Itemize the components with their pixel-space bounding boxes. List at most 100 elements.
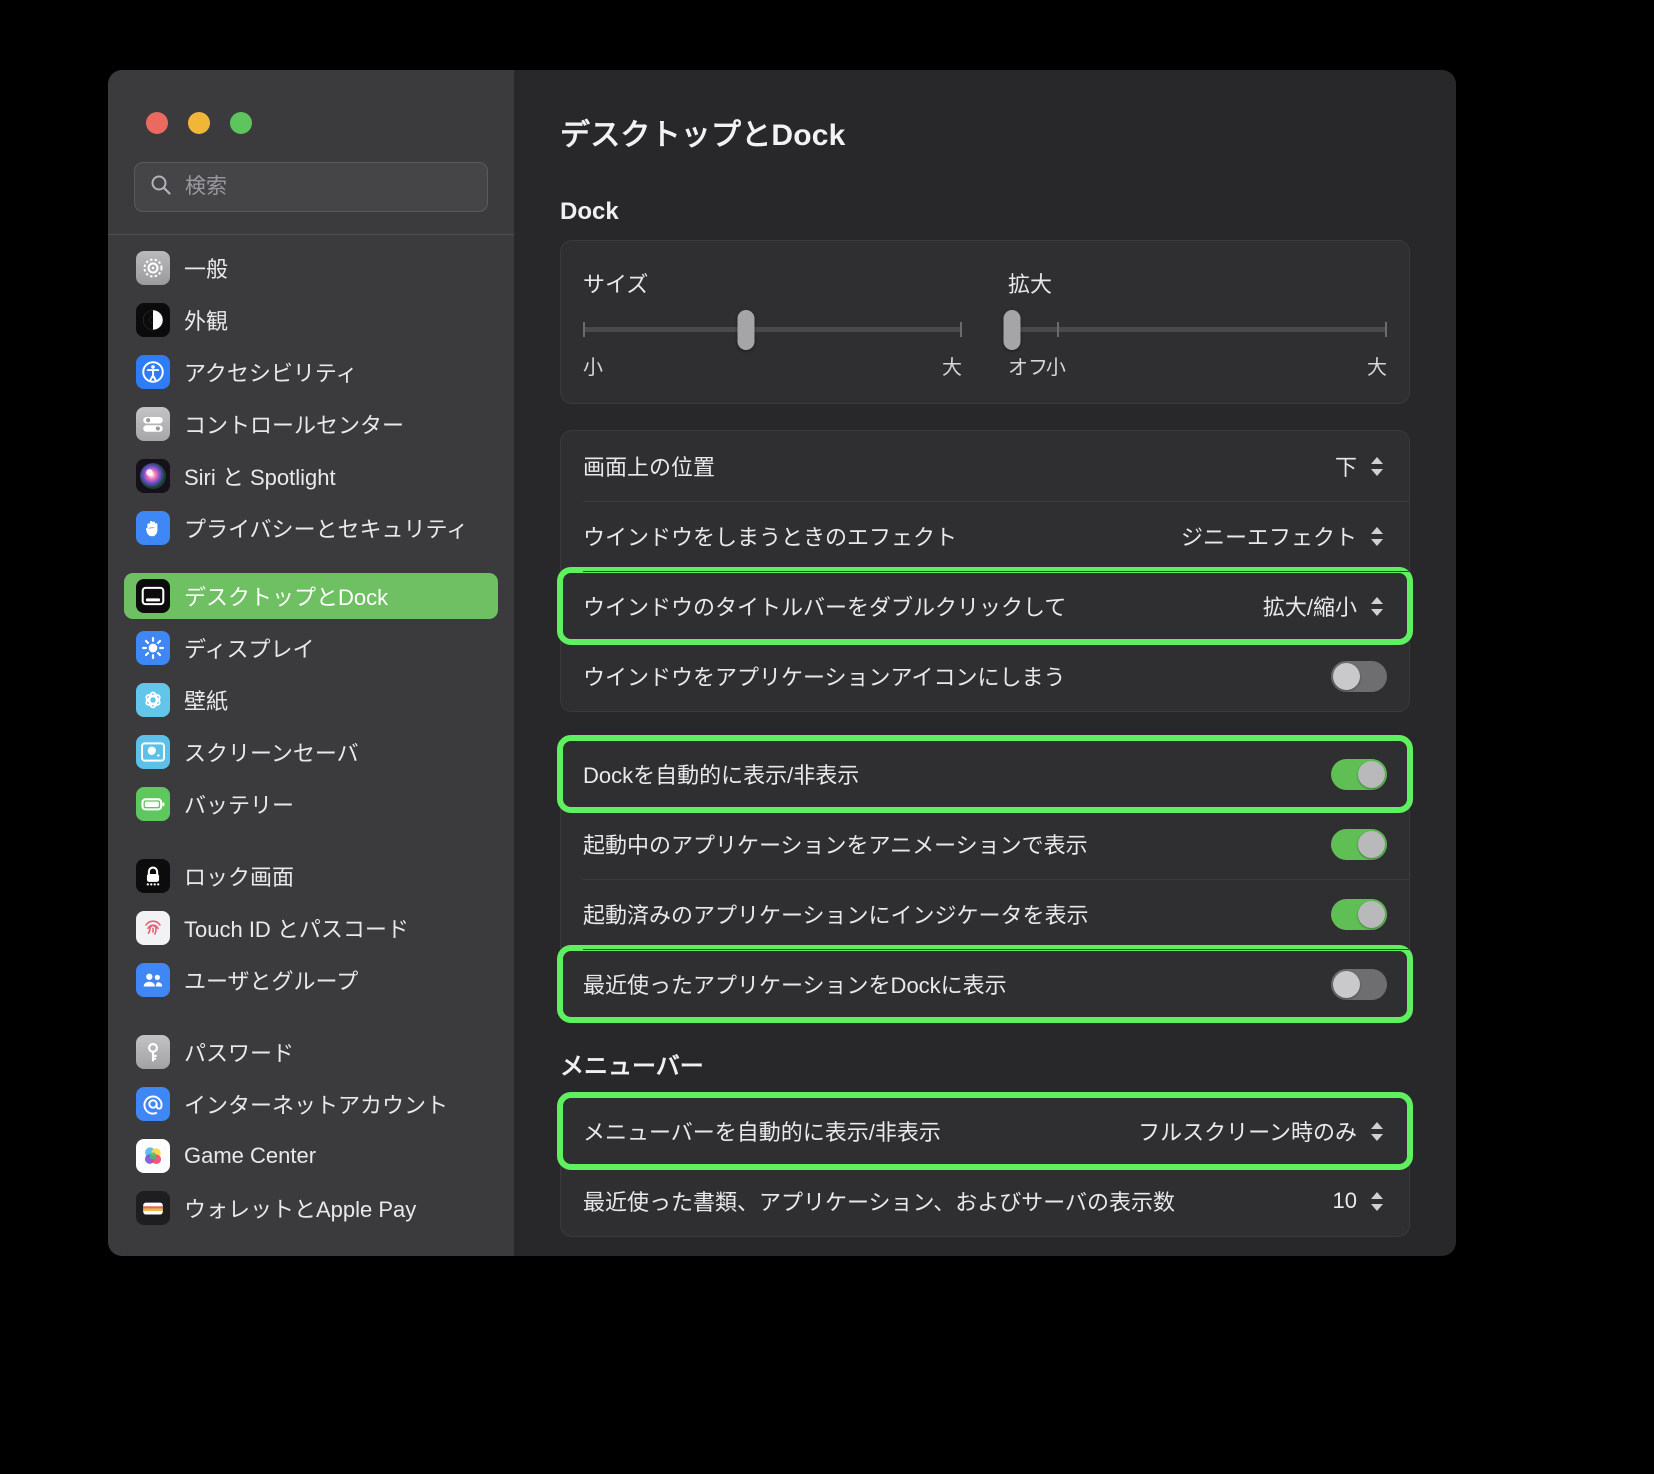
sidebar-item-label: スクリーンセーバ <box>184 741 359 766</box>
main-pane: デスクトップとDock Dock サイズ 小 大 拡大 オフ 小 大 画面上の位… <box>514 70 1456 1256</box>
toggle-switch[interactable] <box>1331 968 1387 1000</box>
sidebar-item-label: Siri と Spotlight <box>184 465 336 490</box>
page-title: デスクトップとDock <box>560 119 846 152</box>
sidebar-item-0-g0[interactable]: 一般 <box>124 245 498 291</box>
row-control[interactable] <box>1331 660 1387 692</box>
row-control[interactable]: 拡大/縮小 <box>1263 590 1387 622</box>
control-center-icon <box>136 407 170 441</box>
menubar-setting-row-0[interactable]: メニューバーを自動的に表示/非表示 フルスクリーン時のみ <box>557 1092 1413 1170</box>
popup-chevron-icon[interactable] <box>1367 1116 1387 1146</box>
stepper-icon[interactable] <box>1367 1186 1387 1216</box>
sidebar-item-label: コントロールセンター <box>184 413 405 438</box>
menubar-setting-row-1[interactable]: 最近使った書類、アプリケーション、およびサーバの表示数 10 <box>561 1166 1409 1236</box>
row-control[interactable]: フルスクリーン時のみ <box>1138 1115 1387 1147</box>
toggle-switch[interactable] <box>1331 660 1387 692</box>
sidebar-item-label: ロック画面 <box>184 865 295 890</box>
row-control[interactable]: 10 <box>1333 1186 1387 1216</box>
dock-toggles-card: Dockを自動的に表示/非表示 起動中のアプリケーションをアニメーションで表示 起動… <box>557 735 1413 1023</box>
slider-track-0[interactable] <box>583 310 962 350</box>
toggle-switch[interactable] <box>1331 898 1387 930</box>
search-input[interactable] <box>185 175 473 199</box>
sidebar-item-2-g3[interactable]: Game Center <box>124 1133 498 1179</box>
sidebar-item-3-g1[interactable]: スクリーンセーバ <box>124 729 498 775</box>
row-control[interactable] <box>1331 968 1387 1000</box>
row-value: 下 <box>1334 455 1357 480</box>
slider-track-1[interactable] <box>1003 310 1387 350</box>
appearance-icon <box>136 303 170 337</box>
sidebar-item-label: アクセシビリティ <box>184 361 358 386</box>
sidebar-item-2-g2[interactable]: ユーザとグループ <box>124 957 498 1003</box>
sidebar-group: ロック画面 Touch ID とパスコードユーザとグループ <box>124 853 498 1003</box>
popup-chevron-icon[interactable] <box>1367 591 1387 621</box>
row-label: 最近使ったアプリケーションをDockに表示 <box>583 973 1007 998</box>
row-label: ウインドウをしまうときのエフェクト <box>583 525 958 550</box>
toggle-switch[interactable] <box>1331 758 1387 790</box>
slider-tick-off <box>1057 322 1060 337</box>
sidebar-group: デスクトップとDock ディスプレイ壁紙スクリーンセーババッテリー <box>124 573 498 827</box>
sidebar-item-label: ディスプレイ <box>184 637 315 662</box>
search-box[interactable] <box>134 162 488 212</box>
sidebar-item-3-g0[interactable]: コントロールセンター <box>124 401 498 447</box>
toggle-thumb <box>1333 970 1360 998</box>
zoom-button[interactable] <box>230 112 252 134</box>
slider-label: サイズ <box>583 272 649 297</box>
sidebar-item-0-g1[interactable]: デスクトップとDock <box>124 573 498 619</box>
dock-toggle-row-1[interactable]: 起動中のアプリケーションをアニメーションで表示 <box>561 809 1409 879</box>
sidebar-item-label: 一般 <box>184 257 229 282</box>
sidebar-item-label: インターネットアカウント <box>184 1093 449 1118</box>
sidebar-item-0-g3[interactable]: パスワード <box>124 1029 498 1075</box>
row-control[interactable] <box>1331 758 1387 790</box>
sidebar-item-2-g1[interactable]: 壁紙 <box>124 677 498 723</box>
sidebar-item-1-g0[interactable]: 外観 <box>124 297 498 343</box>
sidebar-item-label: ユーザとグループ <box>184 969 359 994</box>
sidebar-item-label: ウォレットとApple Pay <box>184 1197 417 1222</box>
sidebar-item-2-g0[interactable]: アクセシビリティ <box>124 349 498 395</box>
slider-block-1: 拡大 オフ 小 大 <box>1003 267 1387 381</box>
toggle-thumb <box>1358 830 1385 858</box>
toggle-switch[interactable] <box>1331 828 1387 860</box>
sidebar-item-1-g1[interactable]: ディスプレイ <box>124 625 498 671</box>
sidebar-item-label: 外観 <box>184 309 229 334</box>
section-title-menubar: メニューバー <box>560 1053 704 1080</box>
slider-min-label: 小 <box>583 357 603 379</box>
dock-setting-row-1[interactable]: ウインドウをしまうときのエフェクト ジニーエフェクト <box>561 501 1409 571</box>
section-title-dock: Dock <box>560 198 619 225</box>
slider-knob[interactable] <box>1003 310 1021 350</box>
popup-chevron-icon[interactable] <box>1367 451 1387 481</box>
menubar-card: メニューバーを自動的に表示/非表示 フルスクリーン時のみ最近使った書類、アプリケー… <box>557 1092 1413 1237</box>
row-control[interactable]: 下 <box>1335 450 1387 482</box>
dock-setting-row-3[interactable]: ウインドウをアプリケーションアイコンにしまう <box>561 641 1409 711</box>
dock-setting-row-2[interactable]: ウインドウのタイトルバーをダブルクリックして 拡大/縮小 <box>557 567 1413 645</box>
sidebar-item-1-g3[interactable]: インターネットアカウント <box>124 1081 498 1127</box>
dock-toggle-row-2[interactable]: 起動済みのアプリケーションにインジケータを表示 <box>561 879 1409 949</box>
wallet-icon <box>136 1191 170 1225</box>
screensaver-icon <box>136 735 170 769</box>
row-value: ジニーエフェクト <box>1180 525 1357 550</box>
row-control[interactable] <box>1331 828 1387 860</box>
sidebar-item-4-g0[interactable]: Siri と Spotlight <box>124 453 498 499</box>
dock-sliders: サイズ 小 大 拡大 オフ 小 大 <box>561 241 1409 403</box>
row-control[interactable]: ジニーエフェクト <box>1181 520 1387 552</box>
minimize-button[interactable] <box>188 112 210 134</box>
row-label: メニューバーを自動的に表示/非表示 <box>583 1120 941 1145</box>
slider-tick-min <box>583 322 585 337</box>
popup-chevron-icon[interactable] <box>1367 521 1387 551</box>
close-button[interactable] <box>146 112 168 134</box>
sidebar-item-0-g2[interactable]: ロック画面 <box>124 853 498 899</box>
sidebar-item-3-g3[interactable]: ウォレットとApple Pay <box>124 1185 498 1231</box>
search-area <box>108 134 514 212</box>
sidebar-item-5-g0[interactable]: プライバシーとセキュリティ <box>124 505 498 551</box>
row-control[interactable] <box>1331 898 1387 930</box>
slider-block-0: サイズ 小 大 <box>583 267 962 381</box>
sidebar-item-1-g2[interactable]: Touch ID とパスコード <box>124 905 498 951</box>
row-label: ウインドウをアプリケーションアイコンにしまう <box>583 665 1066 690</box>
dock-toggle-row-3[interactable]: 最近使ったアプリケーションをDockに表示 <box>557 945 1413 1023</box>
slider-max-label: 大 <box>942 357 962 379</box>
sidebar: 一般外観アクセシビリティコントロールセンター Siri と Spotlight プラ… <box>108 70 514 1256</box>
slider-knob[interactable] <box>737 310 755 350</box>
lock-screen-icon <box>136 859 170 893</box>
sidebar-item-4-g1[interactable]: バッテリー <box>124 781 498 827</box>
dock-toggle-row-0[interactable]: Dockを自動的に表示/非表示 <box>557 735 1413 813</box>
users-groups-icon <box>136 963 170 997</box>
dock-setting-row-0[interactable]: 画面上の位置 下 <box>561 431 1409 501</box>
